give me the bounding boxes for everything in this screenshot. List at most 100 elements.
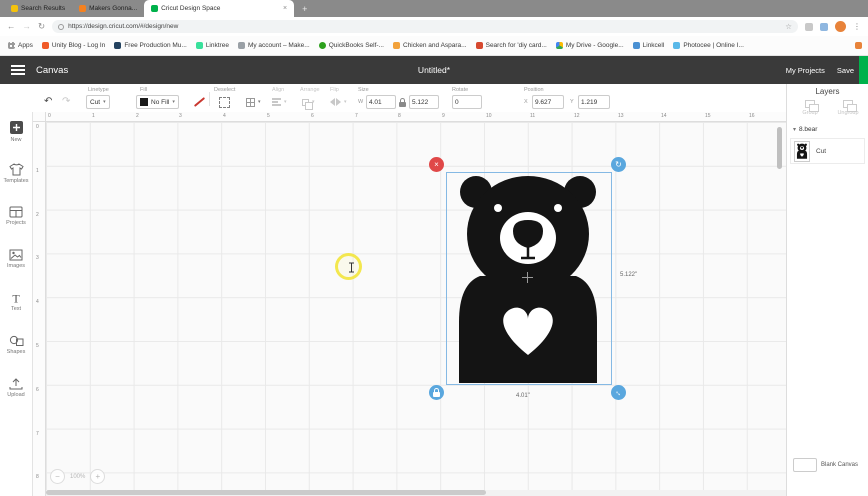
tab-close-icon[interactable]: × (283, 5, 287, 12)
my-projects-link[interactable]: My Projects (786, 66, 825, 75)
tab-label: Cricut Design Space (161, 5, 221, 12)
sidebar-item-new[interactable]: New (0, 120, 32, 163)
extension-icon[interactable] (820, 22, 828, 31)
canvas-color-swatch[interactable] (793, 458, 817, 472)
resize-handle[interactable]: ↔ (611, 385, 626, 400)
bookmark-item[interactable]: Chicken and Aspara... (393, 42, 467, 49)
fill-dropdown[interactable]: No Fill ▾ (136, 95, 179, 109)
linetype-dropdown[interactable]: Cut ▾ (86, 95, 110, 109)
ruler-number: 6 (36, 387, 39, 393)
bookmark-item[interactable]: Linktree (195, 42, 229, 49)
tab-search-results[interactable]: Search Results (4, 0, 72, 17)
sidebar-item-images[interactable]: Images (0, 249, 32, 292)
x-label: X (524, 99, 528, 105)
layers-title: Layers (815, 87, 840, 96)
url-field[interactable]: https://design.cricut.com/#/design/new ☆ (52, 20, 798, 33)
layer-row-bear[interactable]: Cut (790, 138, 865, 164)
overflow-bookmark-favicon[interactable] (855, 42, 862, 49)
chevron-down-icon: ▾ (258, 99, 261, 105)
blank-canvas-row: Blank Canvas (793, 458, 858, 472)
vertical-scrollbar-thumb[interactable] (777, 127, 782, 169)
resize-icon: ↔ (612, 386, 625, 399)
tab-cricut-design-space[interactable]: Cricut Design Space × (144, 0, 295, 17)
hamburger-menu-icon[interactable] (11, 65, 25, 75)
sidebar-item-label: New (10, 137, 22, 143)
bookmark-item[interactable]: My account – Make... (237, 42, 310, 49)
bookmark-star-icon[interactable]: ☆ (785, 22, 792, 31)
sidebar-item-projects[interactable]: Projects (0, 206, 32, 249)
delete-handle[interactable]: × (429, 157, 444, 172)
save-button[interactable]: Save (837, 66, 854, 75)
bookmark-label: Free Production Mu... (124, 42, 187, 49)
sidebar-item-label: Upload (7, 392, 25, 398)
bookmark-item[interactable]: Linkcell (632, 42, 665, 49)
back-icon[interactable]: ← (7, 22, 16, 31)
browser-address-bar: ← → ↻ https://design.cricut.com/#/design… (0, 17, 868, 36)
tab-favicon (79, 5, 87, 12)
position-x-input[interactable] (532, 95, 564, 109)
layer-group-name: 8.bear (799, 126, 818, 133)
bookmark-item[interactable]: QuickBooks Self-... (318, 42, 384, 49)
canvas-label: Canvas (36, 64, 69, 76)
size-lock-button[interactable] (399, 95, 406, 109)
arrange-icon (302, 98, 313, 110)
bookmark-item[interactable]: Search for 'diy card... (475, 42, 547, 49)
sidebar-item-templates[interactable]: Templates (0, 163, 32, 206)
extension-icon[interactable] (805, 22, 813, 31)
lock-handle[interactable] (429, 385, 444, 400)
bookmark-label: Linkcell (642, 42, 665, 49)
horizontal-scrollbar-thumb[interactable] (46, 490, 486, 495)
ruler-number: 9 (442, 113, 445, 119)
align-icon (272, 98, 281, 106)
ruler-number: 5 (267, 113, 270, 119)
deselect-button[interactable] (219, 95, 230, 109)
undo-button[interactable]: ↶ (44, 95, 52, 109)
sidebar-item-upload[interactable]: Upload (0, 378, 32, 421)
bookmark-item[interactable]: Photocee | Online I... (673, 42, 744, 49)
bookmark-apps[interactable]: Apps (8, 42, 33, 49)
browser-menu-icon[interactable]: ⋮ (853, 22, 861, 31)
bookmark-item[interactable]: My Drive - Google... (555, 42, 624, 49)
edit-tools-icon (246, 97, 255, 107)
zoom-in-button[interactable]: + (90, 469, 106, 484)
arrange-dropdown[interactable]: ▾ (302, 95, 315, 110)
size-height-input[interactable] (409, 95, 439, 109)
bookmark-item[interactable]: Free Production Mu... (114, 42, 187, 49)
tool-sidebar: New Templates Projects Images T Text Sha… (0, 112, 33, 496)
redo-button[interactable]: ↷ (62, 95, 70, 109)
tab-label: Search Results (21, 5, 66, 12)
zoom-out-button[interactable]: − (50, 469, 65, 484)
linetype-color-button[interactable] (193, 95, 206, 109)
ungroup-button[interactable]: Ungroup (831, 100, 865, 116)
position-y-input[interactable] (578, 95, 610, 109)
rotate-handle[interactable]: ↻ (611, 157, 626, 172)
flip-dropdown[interactable]: ▾ (330, 95, 347, 109)
new-tab-button[interactable]: + (302, 4, 307, 14)
sidebar-item-text[interactable]: T Text (0, 292, 32, 335)
sidebar-item-shapes[interactable]: Shapes (0, 335, 32, 378)
zoom-controls: − 100% + (50, 469, 106, 484)
ruler-number: 4 (36, 299, 39, 305)
ruler-number: 3 (36, 255, 39, 261)
images-icon (9, 249, 23, 261)
rotate-label: Rotate (452, 87, 469, 93)
shapes-icon (9, 335, 23, 346)
refresh-icon[interactable]: ↻ (38, 22, 45, 31)
size-width-input[interactable] (366, 95, 396, 109)
chevron-down-icon: ▾ (344, 99, 347, 105)
design-canvas-grid[interactable] (46, 122, 786, 496)
ruler-corner (33, 112, 46, 122)
machine-select-button[interactable] (859, 56, 868, 84)
site-info-icon[interactable] (58, 23, 65, 30)
layer-group-header[interactable]: ▾ 8.bear (793, 126, 817, 133)
bookmark-item[interactable]: Unity Blog - Log In (41, 42, 105, 49)
profile-avatar[interactable] (835, 21, 846, 32)
layer-thumbnail (794, 140, 810, 162)
forward-icon[interactable]: → (23, 22, 32, 31)
rotate-input[interactable] (452, 95, 482, 109)
layer-linetype: Cut (816, 147, 827, 155)
tab-makers-gonna[interactable]: Makers Gonna... (72, 0, 144, 17)
edit-dropdown[interactable]: ▾ (246, 95, 261, 109)
align-dropdown[interactable]: ▾ (272, 95, 287, 109)
group-button[interactable]: Group (793, 100, 827, 116)
